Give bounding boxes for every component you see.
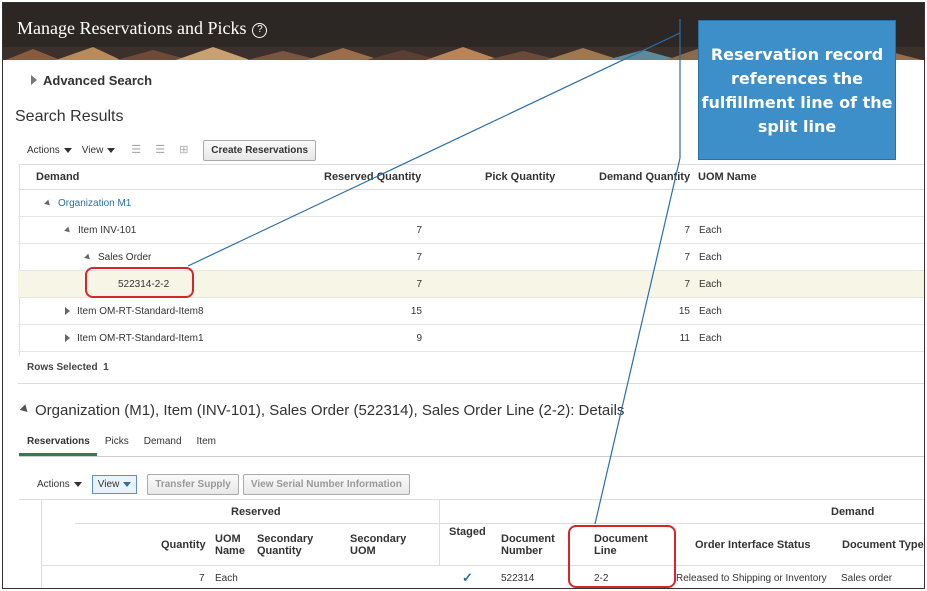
expand-all-icon[interactable]: ☰ (131, 144, 143, 156)
transfer-supply-button[interactable]: Transfer Supply (147, 473, 239, 495)
collapse-triangle-icon[interactable] (44, 199, 52, 207)
col-secondary-quantity[interactable]: Secondary Quantity (257, 533, 327, 557)
col-document-type[interactable]: Document Type (842, 539, 924, 551)
tab-reservations[interactable]: Reservations (19, 435, 97, 456)
table-row[interactable]: Organization M1 (18, 190, 924, 217)
page-title: Manage Reservations and Picks? (17, 18, 268, 39)
col-pick-quantity[interactable]: Pick Quantity (485, 165, 555, 189)
collapse-triangle-icon[interactable] (64, 226, 72, 234)
advanced-search-toggle[interactable]: Advanced Search (31, 73, 152, 88)
row-label: Sales Order (98, 251, 152, 263)
details-section-header[interactable]: Organization (M1), Item (INV-101), Sales… (19, 402, 624, 419)
col-demand[interactable]: Demand (36, 165, 79, 189)
group-reserved: Reserved (231, 506, 281, 518)
uom-name: Each (699, 251, 722, 263)
collapse-triangle-icon[interactable] (84, 253, 92, 261)
actions-menu[interactable]: Actions (27, 145, 72, 156)
tab-demand[interactable]: Demand (136, 435, 189, 456)
demand-quantity: 7 (684, 278, 690, 290)
rows-selected-status: Rows Selected 1 (27, 362, 109, 373)
table-row[interactable]: Item OM-RT-Standard-Item8 15 15 Each (18, 298, 924, 325)
table-row[interactable]: Item OM-RT-Standard-Item1 9 11 Each (18, 325, 924, 352)
search-results-toolbar: Actions View ☰ ☰ ⊞ Create Reservations (27, 139, 317, 161)
reserved-quantity: 7 (416, 251, 422, 263)
col-order-interface-status[interactable]: Order Interface Status (695, 539, 811, 551)
table-header: Demand Reserved Quantity Pick Quantity D… (18, 164, 924, 190)
create-reservations-button[interactable]: Create Reservations (203, 139, 317, 161)
expand-triangle-icon (31, 75, 37, 85)
reserved-quantity: 7 (416, 278, 422, 290)
col-staged[interactable]: Staged (449, 526, 486, 538)
col-quantity[interactable]: Quantity (161, 539, 206, 551)
row-label[interactable]: Organization M1 (58, 198, 131, 209)
row-label: Item OM-RT-Standard-Item8 (77, 305, 204, 317)
reserved-quantity: 9 (416, 332, 422, 344)
expand-triangle-icon[interactable] (65, 307, 70, 315)
hierarchy-icon[interactable]: ⊞ (179, 144, 191, 156)
col-reserved-quantity[interactable]: Reserved Quantity (324, 165, 421, 189)
caret-down-icon (123, 481, 132, 487)
uom-name: Each (699, 278, 722, 290)
col-uom-name[interactable]: UOM Name (698, 165, 757, 189)
collapse-triangle-icon[interactable] (19, 404, 31, 415)
row-label: Item INV-101 (78, 224, 137, 236)
demand-quantity: 7 (684, 251, 690, 263)
demand-quantity: 7 (684, 224, 690, 236)
col-uom-name[interactable]: UOM Name (215, 533, 251, 557)
quantity-value: 7 (199, 573, 205, 584)
collapse-all-icon[interactable]: ☰ (155, 144, 167, 156)
order-interface-status-value: Released to Shipping or Inventory (676, 573, 827, 584)
uom-name: Each (699, 305, 722, 317)
col-demand-quantity[interactable]: Demand Quantity (599, 165, 690, 189)
details-tabs: Reservations Picks Demand Item (19, 435, 924, 457)
demand-quantity: 11 (679, 332, 690, 344)
staged-check-icon: ✓ (462, 570, 473, 585)
reserved-quantity: 15 (410, 305, 422, 317)
demand-quantity: 15 (678, 305, 690, 317)
highlight-box-row (85, 267, 194, 298)
help-circle-icon[interactable]: ? (252, 23, 268, 38)
uom-name: Each (699, 224, 722, 236)
caret-down-icon (107, 147, 116, 153)
tab-picks[interactable]: Picks (97, 435, 136, 456)
highlight-box-document-line (568, 525, 676, 588)
search-results-title: Search Results (15, 108, 124, 125)
uom-value: Each (215, 573, 238, 584)
table-row[interactable]: Item INV-101 7 7 Each (18, 217, 924, 244)
uom-name: Each (699, 332, 722, 344)
callout-box: Reservation record references the fulfil… (698, 20, 896, 160)
document-number-value: 522314 (501, 573, 535, 584)
document-type-value: Sales order (841, 573, 893, 584)
view-menu[interactable]: View (82, 145, 116, 156)
details-toolbar: Actions View Transfer Supply View Serial… (37, 473, 410, 495)
view-menu[interactable]: View (91, 474, 138, 494)
col-secondary-uom[interactable]: Secondary UOM (350, 533, 416, 557)
screenshot-frame: Manage Reservations and Picks? Advanced … (2, 2, 925, 589)
search-results-table: Demand Reserved Quantity Pick Quantity D… (18, 164, 924, 352)
expand-triangle-icon[interactable] (65, 334, 70, 342)
reservations-table: Reserved Demand Quantity UOM Name Second… (19, 499, 924, 588)
tab-item[interactable]: Item (189, 435, 223, 456)
actions-menu[interactable]: Actions (37, 479, 82, 490)
reserved-quantity: 7 (416, 224, 422, 236)
row-label: Item OM-RT-Standard-Item1 (77, 332, 204, 344)
caret-down-icon (73, 481, 82, 487)
caret-down-icon (63, 147, 72, 153)
col-document-number[interactable]: Document Number (501, 533, 571, 557)
view-serial-number-button[interactable]: View Serial Number Information (242, 473, 410, 495)
section-divider (18, 383, 924, 384)
group-demand: Demand (831, 506, 875, 518)
